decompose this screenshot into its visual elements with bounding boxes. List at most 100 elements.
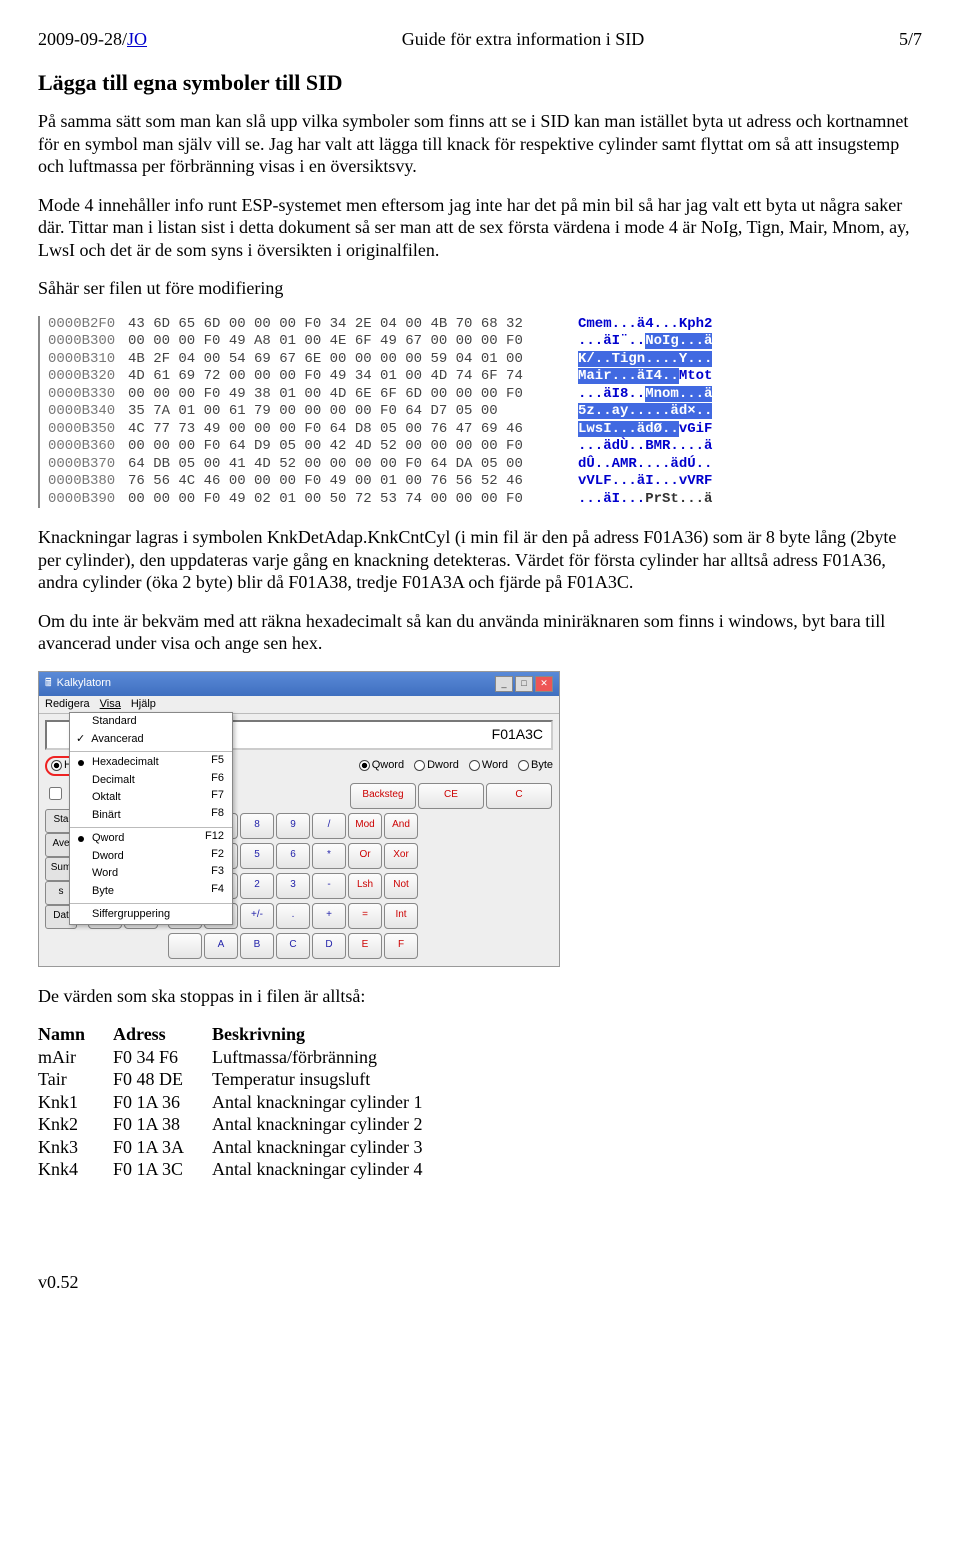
hex-address: 0000B380	[48, 473, 128, 491]
menu-item[interactable]: ByteF4	[70, 883, 232, 901]
calc-key[interactable]: Lsh	[348, 873, 382, 899]
menu-item[interactable]: ✓Avancerad	[70, 731, 232, 749]
menu-item-label: Dword	[92, 850, 124, 864]
calc-key[interactable]: 3	[276, 873, 310, 899]
radio-word[interactable]: Word	[469, 759, 508, 773]
menu-item[interactable]: WordF3	[70, 865, 232, 883]
menu-item[interactable]: BinärtF8	[70, 807, 232, 825]
header-author-link[interactable]: JO	[127, 29, 147, 49]
calc-key[interactable]: Xor	[384, 843, 418, 869]
menu-item[interactable]: QwordF12	[70, 830, 232, 848]
calc-key[interactable]: And	[384, 813, 418, 839]
table-cell: mAir	[38, 1046, 113, 1069]
calc-key[interactable]: 5	[240, 843, 274, 869]
calc-key[interactable]: .	[276, 903, 310, 929]
close-button[interactable]: ✕	[535, 676, 553, 692]
menu-item[interactable]: HexadecimaltF5	[70, 754, 232, 772]
menu-item[interactable]: Siffergruppering	[70, 906, 232, 924]
menu-separator	[70, 827, 232, 828]
menu-shortcut: F7	[211, 789, 224, 803]
hex-address: 0000B350	[48, 421, 128, 439]
calc-key[interactable]: Mod	[348, 813, 382, 839]
radio-byte[interactable]: Byte	[518, 759, 553, 773]
table-cell: Antal knackningar cylinder 4	[212, 1158, 450, 1181]
calc-key[interactable]: =	[348, 903, 382, 929]
menu-item-label: Standard	[92, 715, 137, 729]
hex-address: 0000B370	[48, 456, 128, 474]
hex-bytes: 43 6D 65 6D 00 00 00 F0 34 2E 04 00 4B 7…	[128, 316, 548, 334]
calc-edit-button[interactable]: C	[486, 783, 552, 809]
calc-edit-button[interactable]: Backsteg	[350, 783, 416, 809]
calc-key[interactable]: E	[348, 933, 382, 959]
calc-key[interactable]: F	[384, 933, 418, 959]
header-page: 5/7	[899, 28, 922, 51]
table-cell: F0 1A 3C	[113, 1158, 212, 1181]
calc-key[interactable]: Int	[384, 903, 418, 929]
calc-key[interactable]: Or	[348, 843, 382, 869]
radio-dot-icon	[51, 760, 62, 771]
menu-help[interactable]: Hjälp	[131, 698, 156, 712]
radio-dword[interactable]: Dword	[414, 759, 459, 773]
calc-key[interactable]: +	[312, 903, 346, 929]
calc-key[interactable]: D	[312, 933, 346, 959]
menu-item[interactable]: DwordF2	[70, 848, 232, 866]
hex-bytes: 00 00 00 F0 49 38 01 00 4D 6E 6F 6D 00 0…	[128, 386, 548, 404]
calc-key[interactable]	[168, 933, 202, 959]
menu-item[interactable]: Standard	[70, 713, 232, 731]
hex-ascii: ...äI8..Mnom...ä	[578, 386, 712, 404]
calc-key[interactable]: C	[276, 933, 310, 959]
hex-bytes: 00 00 00 F0 49 A8 01 00 4E 6F 49 67 00 0…	[128, 333, 548, 351]
app-icon: 🖩	[45, 677, 52, 691]
maximize-button[interactable]: □	[515, 676, 533, 692]
table-cell: F0 1A 3A	[113, 1136, 212, 1159]
hex-row: 0000B2F043 6D 65 6D 00 00 00 F0 34 2E 04…	[48, 316, 922, 334]
footer-version: v0.52	[38, 1271, 922, 1294]
paragraph-3: Såhär ser filen ut före modifiering	[38, 277, 922, 300]
radio-byte-label: Byte	[531, 759, 553, 773]
hex-row: 0000B33000 00 00 F0 49 38 01 00 4D 6E 6F…	[48, 386, 922, 404]
hex-bytes: 4D 61 69 72 00 00 00 F0 49 34 01 00 4D 7…	[128, 368, 548, 386]
calc-key[interactable]: Not	[384, 873, 418, 899]
hex-ascii: Mair...äI4..Mtot	[578, 368, 712, 386]
radio-qword[interactable]: Qword	[359, 759, 404, 773]
menu-edit[interactable]: Redigera	[45, 698, 90, 712]
calc-key[interactable]: 8	[240, 813, 274, 839]
calc-edit-button[interactable]: CE	[418, 783, 484, 809]
radio-dot-icon	[414, 760, 425, 771]
radio-dot-icon	[469, 760, 480, 771]
calc-key[interactable]: A	[204, 933, 238, 959]
table-header: Beskrivning	[212, 1023, 450, 1046]
menu-item[interactable]: OktaltF7	[70, 789, 232, 807]
table-cell: Antal knackningar cylinder 2	[212, 1113, 450, 1136]
calc-key[interactable]: *	[312, 843, 346, 869]
calc-key[interactable]: /	[312, 813, 346, 839]
menu-item[interactable]: DecimaltF6	[70, 772, 232, 790]
calc-key[interactable]: -	[312, 873, 346, 899]
table-cell: F0 1A 38	[113, 1113, 212, 1136]
calc-key[interactable]: +/-	[240, 903, 274, 929]
menu-item-label: Binärt	[92, 809, 121, 823]
hex-row: 0000B37064 DB 05 00 41 4D 52 00 00 00 00…	[48, 456, 922, 474]
table-cell: Knk2	[38, 1113, 113, 1136]
table-header: Adress	[113, 1023, 212, 1046]
minimize-button[interactable]: _	[495, 676, 513, 692]
hex-bytes: 00 00 00 F0 49 02 01 00 50 72 53 74 00 0…	[128, 491, 548, 509]
calc-key[interactable]: 9	[276, 813, 310, 839]
menu-item-label: Siffergruppering	[92, 908, 170, 922]
table-row: Knk3F0 1A 3AAntal knackningar cylinder 3	[38, 1136, 450, 1159]
radio-dword-label: Dword	[427, 759, 459, 773]
menu-item-label: Avancerad	[91, 733, 143, 747]
calc-key[interactable]: B	[240, 933, 274, 959]
hex-address: 0000B390	[48, 491, 128, 509]
calc-key[interactable]: 2	[240, 873, 274, 899]
hex-bytes: 64 DB 05 00 41 4D 52 00 00 00 00 F0 64 D…	[128, 456, 548, 474]
bullet-icon	[78, 836, 84, 842]
checkbox-icon[interactable]	[49, 787, 62, 800]
table-cell: Antal knackningar cylinder 3	[212, 1136, 450, 1159]
hex-bytes: 4C 77 73 49 00 00 00 F0 64 D8 05 00 76 4…	[128, 421, 548, 439]
hex-row: 0000B3104B 2F 04 00 54 69 67 6E 00 00 00…	[48, 351, 922, 369]
paragraph-4: Knackningar lagras i symbolen KnkDetAdap…	[38, 526, 922, 594]
calc-key[interactable]: 6	[276, 843, 310, 869]
menu-shortcut: F4	[211, 883, 224, 897]
menu-view[interactable]: Visa	[100, 698, 121, 712]
